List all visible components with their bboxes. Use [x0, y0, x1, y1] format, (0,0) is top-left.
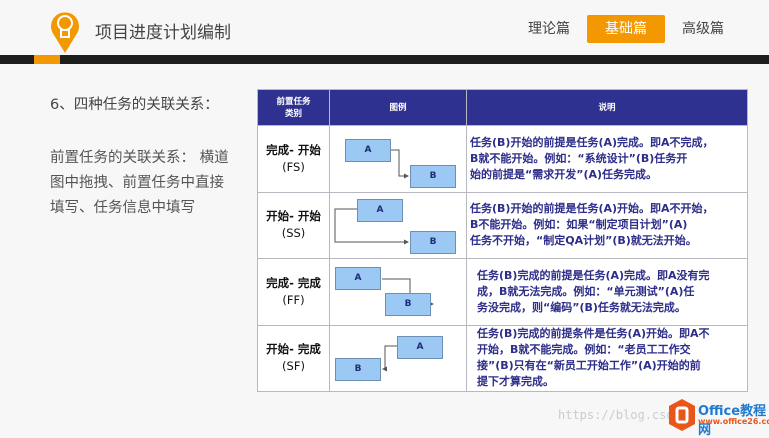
- type-code: (SS): [281, 226, 306, 241]
- legend-cell: A B: [329, 191, 467, 259]
- legend-cell: A B: [329, 125, 467, 193]
- desc-line: 任务(B)开始的前提是任务(A)完成。即A不完成，: [470, 135, 714, 149]
- page-title: 项目进度计划编制: [95, 23, 231, 43]
- tab-basics[interactable]: 基础篇: [587, 15, 665, 43]
- tab-advanced[interactable]: 高级篇: [667, 15, 739, 43]
- desc-line: 任务(B)完成的前提是任务(A)完成。即A没有完: [477, 268, 710, 282]
- section-heading: 6、四种任务的关联关系：: [50, 97, 219, 113]
- table-row: 完成- 完成 (FF) A B 任务(B)完成的前提是任务(A)完成。即A没有完成…: [257, 258, 748, 326]
- lightbulb-logo-icon: [51, 12, 79, 53]
- legend-cell: A B: [329, 258, 467, 326]
- dependency-table: 前置任务 类别 图例 说明 完成- 开始 (FS) A B 任务(B)开始的前提是任…: [257, 89, 748, 392]
- tab-bar: 理论篇 基础篇 高级篇: [511, 15, 769, 43]
- paragraph-line: 前置任务的关联关系： 横道: [50, 150, 229, 166]
- header-desc: 说明: [466, 89, 748, 126]
- desc-line: 成，B就无法完成。例如：“单元测试”(A)任: [477, 284, 695, 298]
- task-b-box: B: [410, 230, 456, 254]
- description-cell: 任务(B)完成的前提是任务(A)完成。即A没有完 成，B就无法完成。例如：“单元测…: [466, 258, 748, 326]
- table-header-row: 前置任务 类别 图例 说明: [257, 89, 748, 126]
- desc-line: 任务(B)开始的前提是任务(A)开始。即A不开始，: [470, 202, 714, 216]
- task-a-box: A: [397, 335, 443, 359]
- paragraph-line: 填写、任务信息中填写: [50, 200, 195, 216]
- desc-line: 始的前提是“需求开发”(A)任务完成。: [470, 167, 658, 181]
- task-a-box: A: [345, 139, 391, 162]
- type-label: 开始- 完成: [266, 342, 321, 357]
- legend-cell: A B: [329, 324, 467, 392]
- table-row: 开始- 开始 (SS) A B 任务(B)开始的前提是任务(A)开始。即A不开始，…: [257, 191, 748, 259]
- task-b-box: B: [385, 293, 431, 316]
- office-brand-logo: Office教程网 www.office26.com: [668, 398, 769, 438]
- dependency-type: 开始- 完成 (SF): [257, 324, 330, 392]
- section-paragraph: 前置任务的关联关系： 横道 图中拖拽、前置任务中直接 填写、任务信息中填写: [50, 146, 229, 221]
- accent-marker: [34, 55, 60, 64]
- desc-line: B就不能开始。例如：“系统设计”(B)任务开: [470, 151, 688, 165]
- office-logo-icon: [669, 399, 695, 431]
- type-label: 完成- 完成: [266, 275, 321, 290]
- type-code: (FS): [282, 159, 305, 174]
- type-code: (FF): [282, 292, 305, 307]
- desc-line: 务没完成，则“编码”(B)任务就无法完成。: [477, 300, 686, 314]
- brand-url: www.office26.com: [698, 417, 769, 426]
- header-legend: 图例: [329, 89, 467, 126]
- task-b-box: B: [335, 357, 381, 381]
- task-a-box: A: [357, 198, 403, 222]
- desc-line: 任务不开始，“制定QA计划”(B)就无法开始。: [470, 234, 697, 248]
- type-code: (SF): [282, 359, 305, 374]
- task-b-box: B: [410, 165, 456, 188]
- tab-theory[interactable]: 理论篇: [513, 15, 585, 43]
- desc-line: B不能开始。例如：如果“制定项目计划”(A): [470, 218, 688, 232]
- paragraph-line: 图中拖拽、前置任务中直接: [50, 175, 224, 191]
- dependency-type: 开始- 开始 (SS): [257, 191, 330, 259]
- type-label: 开始- 开始: [266, 209, 321, 224]
- type-label: 完成- 开始: [266, 142, 321, 157]
- description-cell: 任务(B)完成的前提条件是任务(A)开始。即A不 开始，B就不能完成。例如：“老员…: [466, 324, 748, 392]
- table-row: 完成- 开始 (FS) A B 任务(B)开始的前提是任务(A)完成。即A不完成，…: [257, 125, 748, 193]
- description-cell: 任务(B)开始的前提是任务(A)开始。即A不开始， B不能开始。例如：如果“制定项…: [466, 191, 748, 259]
- dependency-type: 完成- 完成 (FF): [257, 258, 330, 326]
- desc-line: 开始，B就不能完成。例如：“老员工工作交: [477, 343, 691, 357]
- header-type: 前置任务 类别: [257, 89, 330, 126]
- desc-line: 提下才算完成。: [477, 375, 554, 389]
- task-a-box: A: [335, 267, 381, 290]
- dependency-type: 完成- 开始 (FS): [257, 125, 330, 193]
- table-row: 开始- 完成 (SF) A B 任务(B)完成的前提条件是任务(A)开始。即A不开…: [257, 324, 748, 392]
- description-cell: 任务(B)开始的前提是任务(A)完成。即A不完成， B就不能开始。例如：“系统设计…: [466, 125, 748, 193]
- desc-line: 任务(B)完成的前提条件是任务(A)开始。即A不: [477, 327, 710, 341]
- header-bar: 项目进度计划编制 理论篇 基础篇 高级篇: [0, 0, 769, 55]
- desc-line: 接”(B)只有在“新员工开始工作”(A)开始的前: [477, 359, 701, 373]
- divider-bar: [0, 55, 769, 64]
